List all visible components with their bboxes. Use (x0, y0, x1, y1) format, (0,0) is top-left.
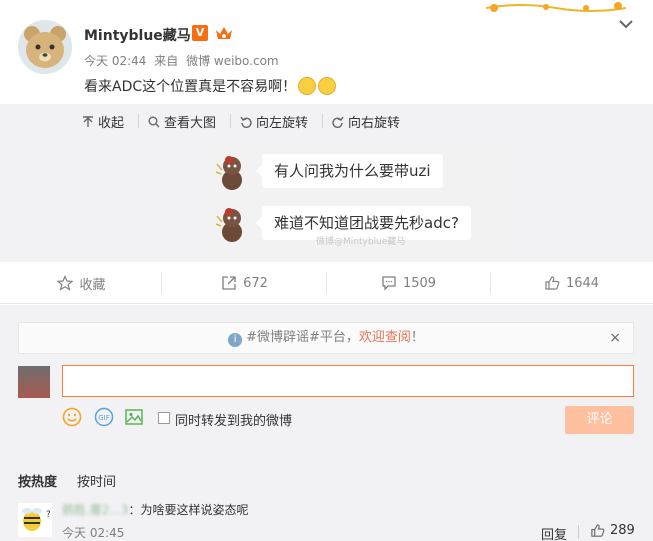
gif-icon[interactable]: GIF (94, 407, 114, 427)
toolbar-divider (322, 114, 323, 128)
notice-prefix[interactable]: #微博辟谣#平台， (246, 330, 359, 345)
weibo-post-card: Mintyblue藏马 V 今天 02:44 来自 微博 weibo.com 看… (0, 0, 653, 541)
media-panel: 收起 查看大图 向左旋转 向右旋转 有人问我为什么要带uzi 难道不知道团战要先… (0, 104, 653, 262)
submit-comment-button[interactable]: 评论 (565, 406, 634, 434)
laugh-cry-emoji-icon (298, 77, 317, 95)
rotate-right-label: 向右旋转 (348, 116, 401, 131)
rotate-right-button[interactable]: 向右旋转 (332, 112, 400, 131)
rotate-left-label: 向左旋转 (256, 116, 309, 131)
comment-text: ：为啥要这样说姿态呢 (128, 503, 249, 517)
toolbar-divider (230, 114, 231, 128)
view-large-button[interactable]: 查看大图 (148, 112, 216, 131)
festival-decoration-icon (486, 2, 626, 12)
repost-count: 672 (243, 275, 268, 291)
image-watermark: 微博@Mintyblue藏马 (316, 237, 406, 247)
arrow-up-icon (83, 115, 93, 127)
reply-button[interactable]: 回复 (541, 524, 567, 541)
sort-tabs: 按热度 按时间 (18, 471, 136, 490)
comment-time: 今天 02:45 (62, 526, 125, 540)
commenter-avatar[interactable]: ? (18, 503, 52, 537)
source-prefix: 来自 (154, 54, 179, 68)
post-meta: 今天 02:44 来自 微博 weibo.com (84, 52, 283, 69)
repost-checkbox-label[interactable]: 同时转发到我的微博 (175, 410, 292, 429)
bear-avatar-icon (18, 20, 72, 74)
laugh-cry-emoji-icon (318, 77, 337, 95)
rotate-right-icon (332, 116, 344, 128)
emoji-icon[interactable] (62, 407, 82, 427)
post-header: Mintyblue藏马 V 今天 02:44 来自 微博 weibo.com 看… (0, 0, 653, 104)
notice-link[interactable]: 欢迎查阅 (359, 330, 411, 345)
post-source[interactable]: 微博 weibo.com (186, 54, 279, 68)
comment-like-count: 289 (610, 523, 635, 538)
svg-text:GIF: GIF (98, 414, 110, 422)
rotate-left-icon (240, 116, 252, 128)
tab-by-time[interactable]: 按时间 (77, 475, 116, 490)
rotate-left-button[interactable]: 向左旋转 (240, 112, 308, 131)
favorite-button[interactable]: 收藏 (0, 262, 163, 304)
comment-input[interactable] (62, 365, 634, 397)
like-button[interactable]: 1644 (490, 262, 653, 304)
favorite-label: 收藏 (79, 277, 106, 293)
toolbar-divider (138, 114, 139, 128)
search-icon (148, 116, 160, 127)
comment-body: 鹅胜.覆2...3：为啥要这样说姿态呢 (62, 501, 249, 518)
comment-username[interactable]: 鹅胜.覆2...3 (62, 503, 129, 517)
post-image[interactable]: 有人问我为什么要带uzi 难道不知道团战要先秒adc? 微博@Mintyblue… (210, 142, 508, 256)
notice-suffix: ！ (410, 330, 424, 345)
chat-message: 有人问我为什么要带uzi (210, 148, 508, 196)
thumbs-up-icon (545, 276, 560, 290)
comment-button[interactable]: 1509 (327, 262, 490, 304)
repost-checkbox[interactable] (158, 412, 170, 424)
chat-bubble: 有人问我为什么要带uzi (256, 154, 443, 188)
info-icon: i (228, 333, 243, 347)
cartoon-avatar-icon (215, 208, 242, 242)
author-avatar[interactable] (18, 20, 72, 74)
composer-tools: GIF 同时转发到我的微博 评论 (62, 406, 634, 434)
member-crown-icon (216, 27, 232, 39)
collapse-label: 收起 (98, 116, 125, 131)
verified-badge: V (192, 25, 208, 41)
star-icon (57, 275, 74, 291)
tab-by-hot[interactable]: 按热度 (18, 475, 57, 490)
comment-section: i #微博辟谣#平台，欢迎查阅！ × GIF 同时转发到我的微博 评论 按热度 按时… (0, 305, 653, 541)
my-avatar[interactable] (18, 366, 50, 398)
comment-like-button[interactable]: 289 (590, 523, 635, 538)
comment-count: 1509 (402, 275, 437, 291)
post-text: 看来ADC这个位置真是不容易啊！ (84, 76, 337, 96)
action-bar: 收藏 672 1509 1644 (0, 262, 653, 304)
thumbs-up-icon (591, 524, 605, 537)
repost-button[interactable]: 672 (163, 262, 326, 304)
close-icon[interactable]: × (609, 323, 621, 353)
repost-icon (222, 276, 236, 290)
view-large-label: 查看大图 (164, 116, 217, 131)
comment-action-divider (578, 525, 579, 539)
cartoon-avatar-icon (215, 156, 242, 190)
like-count: 1644 (565, 275, 600, 291)
chevron-down-icon[interactable] (618, 18, 634, 30)
collapse-button[interactable]: 收起 (82, 112, 124, 131)
action-divider (161, 272, 162, 294)
comment-icon (382, 276, 396, 291)
svg-text:?: ? (46, 510, 51, 520)
author-name[interactable]: Mintyblue藏马 (84, 25, 191, 45)
rumor-notice-banner: i #微博辟谣#平台，欢迎查阅！ × (18, 322, 634, 354)
post-text-content: 看来ADC这个位置真是不容易啊！ (84, 79, 297, 95)
post-time[interactable]: 今天 02:44 (84, 54, 146, 68)
image-icon[interactable] (124, 407, 144, 427)
